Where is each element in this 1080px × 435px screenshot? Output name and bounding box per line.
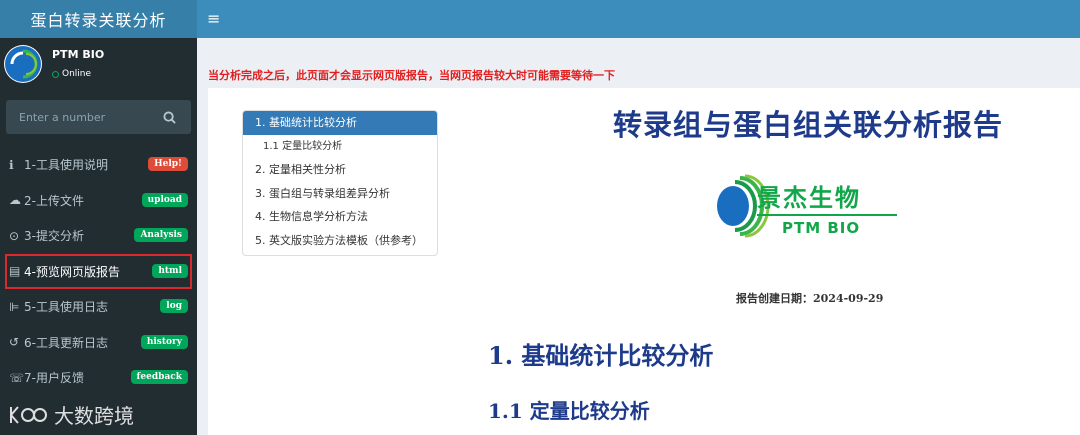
app-root: 蛋白转录关联分析 ≡ PTM BIO Online Enter a number… bbox=[0, 0, 1080, 435]
logo-text-en: PTM BIO bbox=[782, 219, 861, 237]
sidebar-item-update-log[interactable]: ↺ 6-工具更新日志 history bbox=[0, 325, 197, 361]
user-panel: PTM BIO Online bbox=[0, 38, 197, 94]
user-status: Online bbox=[52, 69, 91, 79]
chart-icon: ⊫ bbox=[9, 299, 20, 314]
report-frame: 1. 基础统计比较分析 1.1 定量比较分析 2. 定量相关性分析 3. 蛋白组… bbox=[208, 88, 1080, 435]
sidebar-item-label: 5-工具使用日志 bbox=[24, 300, 108, 315]
toc-item[interactable]: 2. 定量相关性分析 bbox=[243, 158, 437, 182]
avatar bbox=[4, 45, 42, 83]
badge-feedback: feedback bbox=[130, 370, 188, 384]
section-heading-1: 1. 基础统计比较分析 bbox=[488, 341, 714, 370]
watermark: 大数跨境 bbox=[8, 400, 134, 429]
badge-html: html bbox=[152, 263, 188, 278]
report-date: 报告创建日期：2024-09-29 bbox=[736, 292, 884, 305]
search-icon bbox=[162, 110, 176, 124]
notice-text: 当分析完成之后，此页面才会显示网页版报告，当网页报告较大时可能需要等待一下 bbox=[208, 69, 615, 82]
comments-icon: ☏ bbox=[9, 370, 25, 385]
user-status-text: Online bbox=[62, 69, 92, 79]
sidebar: PTM BIO Online ℹ 1-工具使用说明 Help! ☁ bbox=[0, 38, 197, 435]
sidebar-item-usage-log[interactable]: ⊫ 5-工具使用日志 log bbox=[0, 289, 197, 325]
sidebar-item-html-report[interactable]: ▤ 4-预览网页版报告 html bbox=[5, 253, 192, 289]
watermark-text: 大数跨境 bbox=[54, 404, 134, 428]
sidebar-item-label: 6-工具更新日志 bbox=[24, 335, 108, 350]
sidebar-item-help[interactable]: ℹ 1-工具使用说明 Help! bbox=[0, 147, 197, 183]
badge-history: history bbox=[140, 334, 188, 349]
sidebar-item-label: 3-提交分析 bbox=[24, 229, 84, 244]
sidebar-item-label: 7-用户反馈 bbox=[24, 371, 84, 386]
sidebar-item-label: 1-工具使用说明 bbox=[24, 158, 108, 173]
history-icon: ↺ bbox=[9, 335, 20, 350]
info-circle-icon: ℹ bbox=[9, 157, 14, 172]
play-circle-icon: ⊙ bbox=[9, 228, 20, 243]
sidebar-item-label: 4-预览网页版报告 bbox=[24, 264, 120, 279]
app-title[interactable]: 蛋白转录关联分析 bbox=[0, 0, 197, 38]
toc-item[interactable]: 1.1 定量比较分析 bbox=[243, 135, 437, 159]
sidebar-item-analysis[interactable]: ⊙ 3-提交分析 Analysis bbox=[0, 218, 197, 254]
file-icon: ▤ bbox=[9, 264, 21, 279]
sidebar-item-label: 2-上传文件 bbox=[24, 193, 84, 208]
report-title: 转录组与蛋白组关联分析报告 bbox=[613, 108, 1004, 142]
toc-item[interactable]: 3. 蛋白组与转录组差异分析 bbox=[243, 182, 437, 206]
sidebar-item-upload[interactable]: ☁ 2-上传文件 upload bbox=[0, 183, 197, 219]
badge-help: Help! bbox=[148, 157, 188, 171]
logo-text-cn: 景杰生物 bbox=[757, 184, 861, 212]
toc-item[interactable]: 1. 基础统计比较分析 bbox=[243, 111, 437, 135]
badge-upload: upload bbox=[141, 192, 188, 207]
toc-item[interactable]: 4. 生物信息学分析方法 bbox=[243, 205, 437, 229]
online-dot-icon bbox=[52, 70, 59, 78]
section-heading-1-1: 1.1 定量比较分析 bbox=[488, 399, 650, 423]
badge-log: log bbox=[160, 299, 188, 313]
search-button[interactable] bbox=[152, 103, 186, 131]
toc-item[interactable]: 5. 英文版实验方法模板（供参考） bbox=[243, 229, 437, 253]
user-name: PTM BIO bbox=[52, 48, 105, 61]
top-navbar: ≡ bbox=[197, 0, 1080, 38]
table-of-contents: 1. 基础统计比较分析 1.1 定量比较分析 2. 定量相关性分析 3. 蛋白组… bbox=[242, 110, 438, 256]
logo-divider bbox=[757, 214, 897, 216]
hamburger-icon[interactable]: ≡ bbox=[207, 8, 229, 30]
sidebar-search bbox=[6, 100, 191, 134]
sidebar-menu: ℹ 1-工具使用说明 Help! ☁ 2-上传文件 upload ⊙ 3-提交分… bbox=[0, 147, 197, 396]
badge-analysis: Analysis bbox=[134, 228, 188, 242]
search-input[interactable] bbox=[9, 103, 147, 131]
watermark-logo-icon bbox=[10, 405, 47, 424]
cloud-upload-icon: ☁ bbox=[9, 193, 21, 208]
sidebar-item-feedback[interactable]: ☏ 7-用户反馈 feedback bbox=[0, 360, 197, 396]
